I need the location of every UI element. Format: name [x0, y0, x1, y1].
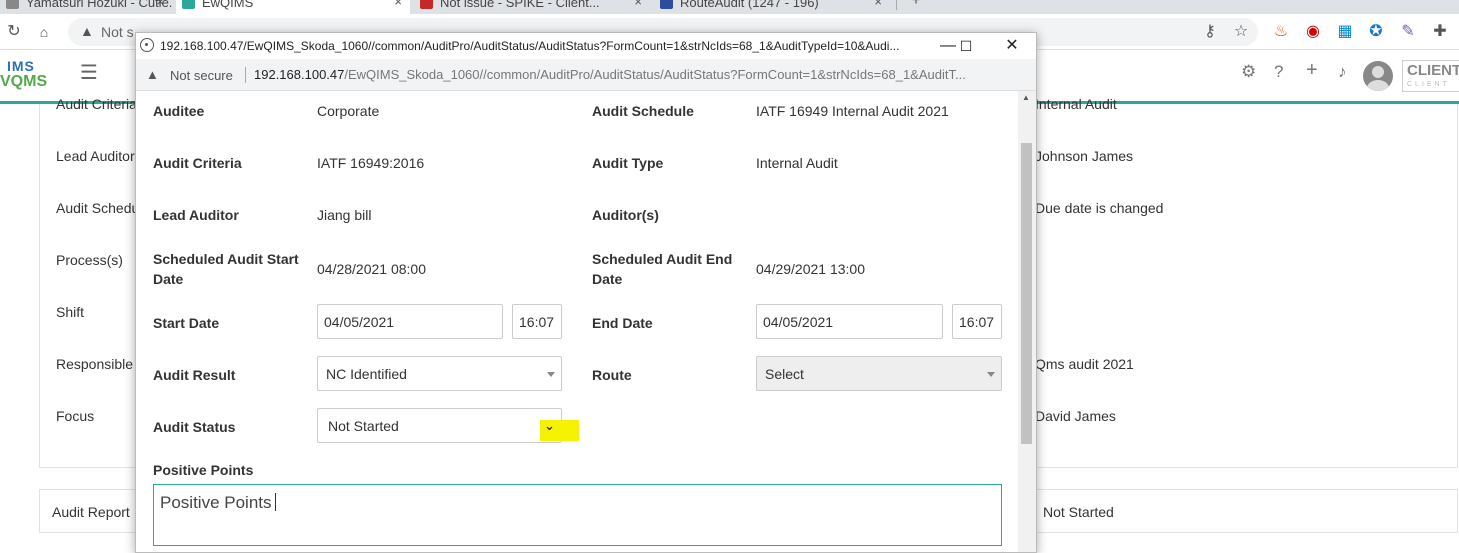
- audit-type-value: Internal Audit: [756, 155, 838, 171]
- warning-icon: ▲: [80, 23, 94, 39]
- route-select[interactable]: Select: [756, 356, 1002, 391]
- tab-close-icon[interactable]: ×: [394, 0, 402, 9]
- audit-result-label: Audit Result: [153, 367, 236, 383]
- bg-label: Shift: [56, 304, 85, 320]
- end-date-input[interactable]: 04/05/2021: [756, 304, 943, 339]
- bg-value: Johnson James: [1035, 148, 1134, 164]
- positive-points-textarea[interactable]: Positive Points: [153, 484, 1002, 546]
- popup-url: 192.168.100.47/EwQIMS_Skoda_1060//common…: [254, 67, 966, 82]
- chevron-down-icon[interactable]: ⌄: [544, 418, 555, 434]
- bg-value: Internal Audit: [1035, 96, 1117, 112]
- close-icon[interactable]: ✕: [1000, 35, 1024, 57]
- audit-status-label: Audit Status: [153, 419, 236, 435]
- key-icon[interactable]: ⚷: [1200, 22, 1220, 42]
- popup-title-bar: 192.168.100.47/EwQIMS_Skoda_1060//common…: [136, 33, 1036, 59]
- add-icon[interactable]: +: [1306, 59, 1318, 82]
- tab-close-icon[interactable]: ×: [156, 0, 164, 9]
- audit-criteria-value: IATF 16949:2016: [317, 155, 425, 171]
- extension-pen-icon[interactable]: ✎: [1398, 22, 1418, 42]
- start-time-input[interactable]: 16:07: [512, 304, 562, 339]
- home-icon[interactable]: ⌂: [34, 22, 54, 42]
- bg-value: Qms audit 2021: [1035, 356, 1134, 372]
- tab-favicon-icon: [420, 0, 433, 9]
- bg-value: Due date is changed: [1035, 200, 1164, 216]
- audit-schedule-label: Audit Schedule: [592, 103, 694, 119]
- dropdown-caret-icon: [547, 372, 555, 377]
- app-logo: IMS VQMS: [0, 58, 48, 90]
- lead-auditor-label: Lead Auditor: [153, 207, 239, 223]
- hamburger-menu-icon[interactable]: ☰: [80, 60, 98, 85]
- text-cursor: [274, 493, 276, 511]
- maximize-icon[interactable]: ☐: [954, 35, 978, 57]
- extensions-puzzle-icon[interactable]: ✚: [1430, 22, 1450, 42]
- start-date-label: Start Date: [153, 315, 220, 331]
- positive-points-label: Positive Points: [153, 462, 254, 478]
- tab-close-icon[interactable]: ×: [634, 0, 642, 9]
- audit-type-label: Audit Type: [592, 155, 664, 171]
- auditors-label: Auditor(s): [592, 207, 659, 223]
- popup-address-bar[interactable]: ▲ Not secure 192.168.100.47/EwQIMS_Skoda…: [136, 59, 1036, 91]
- audit-status-form: Auditee Corporate Audit Schedule IATF 16…: [136, 91, 1018, 552]
- end-date-label: End Date: [592, 315, 653, 331]
- extension-compass-icon[interactable]: ✪: [1366, 22, 1386, 42]
- route-label: Route: [592, 367, 632, 383]
- tab-close-icon[interactable]: ×: [874, 0, 882, 9]
- scheduled-start-value: 04/28/2021 08:00: [317, 261, 426, 277]
- audit-criteria-label: Audit Criteria: [153, 155, 242, 171]
- popup-scrollbar[interactable]: ▲: [1018, 91, 1036, 552]
- new-tab-icon[interactable]: +: [906, 0, 926, 11]
- not-secure-label: Not secure: [170, 68, 233, 83]
- bg-label: Audit Criteria: [56, 96, 137, 112]
- extension-windows-icon[interactable]: ▦: [1335, 22, 1355, 42]
- settings-gear-icon[interactable]: ⚙: [1241, 62, 1256, 82]
- scheduled-end-label: Scheduled Audit End Date: [592, 251, 733, 287]
- help-icon[interactable]: ?: [1274, 62, 1283, 82]
- start-date-input[interactable]: 04/05/2021: [317, 304, 503, 339]
- browser-tab[interactable]: Yamatsuri Hozuki - Cutie... ×: [0, 0, 172, 14]
- browser-tab-active[interactable]: EwQIMS ×: [176, 0, 410, 14]
- browser-tab[interactable]: Not issue - SPIKE - Client... ×: [414, 0, 650, 14]
- audit-status-select[interactable]: Not Started: [317, 408, 562, 443]
- notification-bell-icon[interactable]: ♪: [1338, 62, 1347, 82]
- bookmark-star-icon[interactable]: ☆: [1231, 22, 1251, 42]
- audit-schedule-value: IATF 16949 Internal Audit 2021: [756, 103, 949, 119]
- bg-label: Focus: [56, 408, 95, 424]
- warning-icon: ▲: [146, 67, 159, 82]
- bg-value: David James: [1035, 408, 1116, 424]
- audit-result-select[interactable]: NC Identified: [317, 356, 562, 391]
- tab-separator: [896, 0, 897, 10]
- globe-icon: [140, 38, 154, 52]
- scheduled-start-label: Scheduled Audit Start Date: [153, 251, 299, 287]
- end-time-input[interactable]: 16:07: [952, 304, 1002, 339]
- tab-favicon-icon: [182, 0, 195, 9]
- scheduled-end-value: 04/29/2021 13:00: [756, 261, 865, 277]
- reload-icon[interactable]: ↻: [4, 22, 24, 42]
- bg-report-label: Audit Report: [52, 504, 130, 520]
- tab-favicon-icon: [660, 0, 673, 9]
- bg-label: Process(s): [56, 252, 123, 268]
- audit-status-popup-window: 192.168.100.47/EwQIMS_Skoda_1060//common…: [135, 32, 1037, 553]
- dropdown-caret-icon: [987, 372, 995, 377]
- scrollbar-thumb[interactable]: [1021, 143, 1032, 444]
- lead-auditor-value: Jiang bill: [317, 207, 372, 223]
- auditee-label: Auditee: [153, 103, 205, 119]
- browser-tab-strip: Yamatsuri Hozuki - Cutie... × EwQIMS × N…: [0, 0, 1459, 14]
- bg-label: Lead Auditor: [56, 148, 135, 164]
- extension-fire-icon[interactable]: ♨: [1271, 22, 1291, 42]
- address-separator: [245, 67, 246, 83]
- bg-label: Responsible: [56, 356, 134, 372]
- scroll-up-arrow-icon[interactable]: ▲: [1022, 93, 1030, 102]
- tab-favicon-icon: [6, 0, 19, 9]
- extension-opera-icon[interactable]: ◉: [1303, 22, 1323, 42]
- client-logo: CLIENT CLIENT: [1402, 60, 1459, 92]
- bg-report-status: Not Started: [1043, 504, 1114, 520]
- user-avatar[interactable]: [1363, 61, 1393, 91]
- browser-tab[interactable]: RouteAudit (1247 - 196) ×: [654, 0, 890, 14]
- auditee-value: Corporate: [317, 103, 380, 119]
- popup-window-title: 192.168.100.47/EwQIMS_Skoda_1060//common…: [160, 39, 900, 53]
